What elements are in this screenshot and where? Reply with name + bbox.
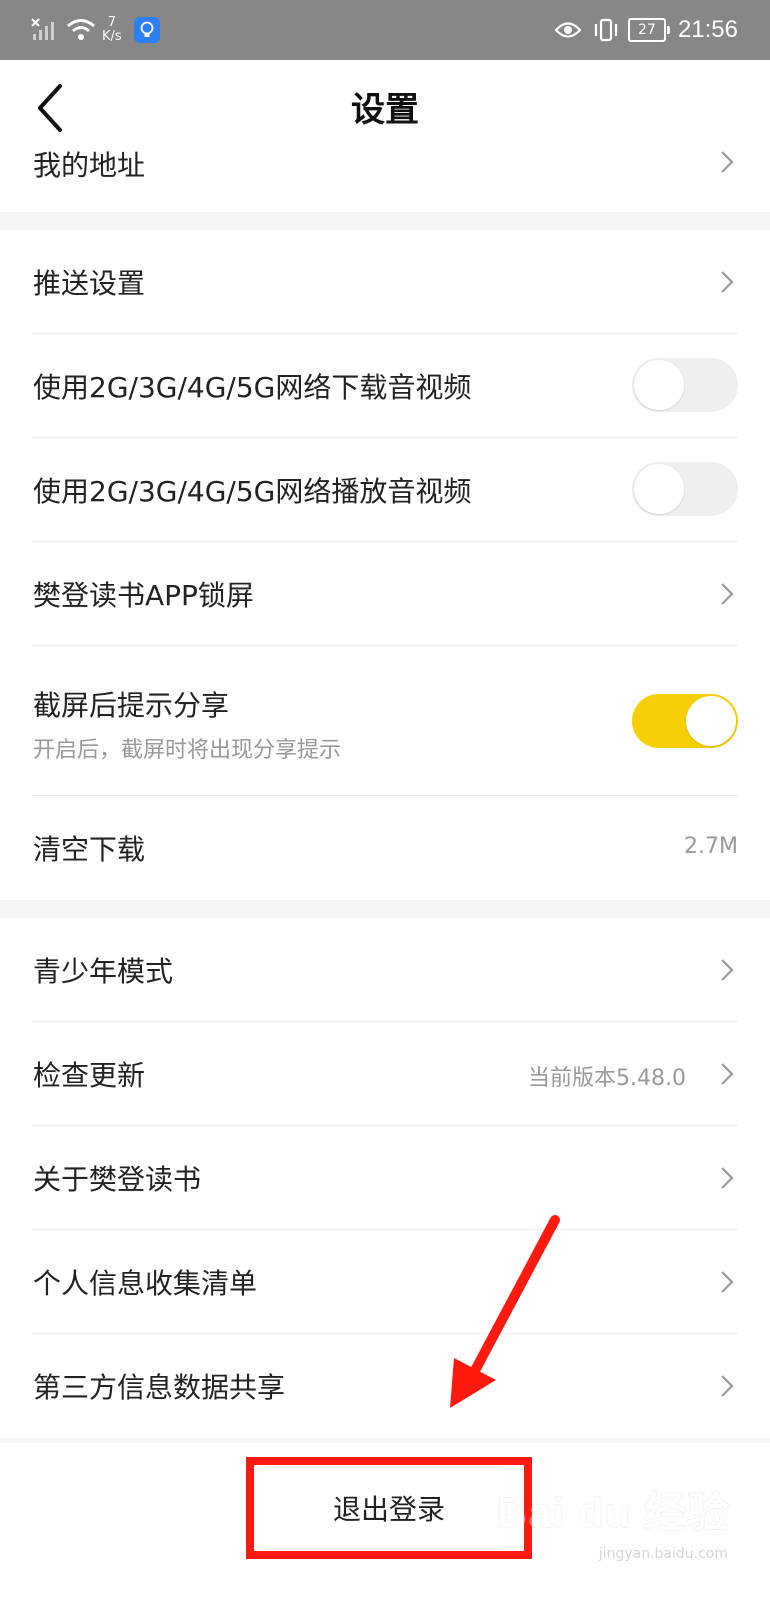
- page-title: 设置: [351, 90, 419, 130]
- chevron-right-icon: [721, 1375, 734, 1397]
- battery-level: 27: [638, 22, 656, 38]
- row-label: 推送设置: [33, 267, 146, 300]
- battery-icon: 27: [627, 18, 670, 42]
- row-label: 关于樊登读书: [33, 1163, 202, 1196]
- row-label: 个人信息收集清单: [33, 1267, 258, 1300]
- section-gap: [0, 212, 770, 230]
- settings-row-about[interactable]: 关于樊登读书: [0, 1126, 770, 1230]
- toggle-knob: [686, 696, 736, 746]
- row-label: 樊登读书APP锁屏: [33, 579, 254, 612]
- toggle-knob: [634, 464, 684, 514]
- screenshot-share-toggle[interactable]: [632, 694, 738, 748]
- chevron-right-icon: [721, 1167, 734, 1189]
- settings-row-push[interactable]: 推送设置: [0, 230, 770, 334]
- vibrate-icon: [594, 18, 618, 42]
- row-description: 开启后，截屏时将出现分享提示: [33, 738, 342, 763]
- chevron-right-icon: [721, 271, 734, 293]
- no-signal-icon: [31, 18, 54, 40]
- nav-bar: 设置: [0, 60, 770, 152]
- row-label: 清空下载: [33, 833, 146, 866]
- settings-row-address[interactable]: 我的地址: [0, 149, 770, 212]
- section-gap: [0, 900, 770, 918]
- settings-row-check-update[interactable]: 检查更新 当前版本5.48.0: [0, 1022, 770, 1126]
- settings-row-third-party[interactable]: 第三方信息数据共享: [0, 1334, 770, 1438]
- watermark-url: jingyan.baidu.com: [598, 1546, 728, 1562]
- settings-row-play-mobile: 使用2G/3G/4G/5G网络播放音视频: [0, 438, 770, 542]
- settings-row-clear-download[interactable]: 清空下载 2.7M: [0, 796, 770, 900]
- settings-row-download-mobile: 使用2G/3G/4G/5G网络下载音视频: [0, 334, 770, 438]
- version-value: 当前版本5.48.0: [528, 1066, 686, 1091]
- row-label: 我的地址: [33, 149, 146, 182]
- chevron-right-icon: [721, 151, 734, 173]
- wifi-icon: [67, 19, 95, 40]
- download-size-value: 2.7M: [684, 834, 738, 859]
- toggle-knob: [634, 360, 684, 410]
- lightbulb-icon: [133, 17, 160, 43]
- chevron-right-icon: [721, 1063, 734, 1085]
- annotation-arrow-icon: [450, 1215, 560, 1408]
- settings-row-personal-info[interactable]: 个人信息收集清单: [0, 1230, 770, 1334]
- chevron-right-icon: [721, 959, 734, 981]
- chevron-right-icon: [721, 583, 734, 605]
- eye-icon: [554, 22, 582, 38]
- row-label: 使用2G/3G/4G/5G网络播放音视频: [33, 475, 472, 508]
- watermark-brand: Bai du 经验: [496, 1489, 730, 1536]
- settings-row-screenshot-share: 截屏后提示分享 开启后，截屏时将出现分享提示: [0, 646, 770, 796]
- status-bar-left: 7 K/s: [30, 10, 160, 50]
- logout-label: 退出登录: [332, 1493, 445, 1526]
- status-time: 21:56: [677, 16, 738, 43]
- row-label: 使用2G/3G/4G/5G网络下载音视频: [33, 371, 472, 404]
- row-label: 第三方信息数据共享: [33, 1371, 286, 1404]
- network-speed-value: 7: [107, 15, 116, 30]
- download-mobile-toggle[interactable]: [632, 358, 738, 412]
- status-bar-right: 27 21:56: [554, 10, 738, 50]
- status-bar: 7 K/s 27 21:56: [0, 0, 770, 60]
- row-label: 检查更新: [33, 1059, 146, 1092]
- settings-row-teen-mode[interactable]: 青少年模式: [0, 918, 770, 1022]
- watermark: Bai du 经验 jingyan.baidu.com: [496, 1479, 730, 1562]
- network-speed-unit: K/s: [102, 29, 122, 44]
- logout-button[interactable]: 退出登录: [246, 1457, 532, 1559]
- row-label: 截屏后提示分享: [33, 689, 230, 722]
- row-label: 青少年模式: [33, 955, 174, 988]
- network-speed: 7 K/s: [102, 16, 122, 44]
- play-mobile-toggle[interactable]: [632, 462, 738, 516]
- chevron-right-icon: [721, 1271, 734, 1293]
- settings-row-app-lock[interactable]: 樊登读书APP锁屏: [0, 542, 770, 646]
